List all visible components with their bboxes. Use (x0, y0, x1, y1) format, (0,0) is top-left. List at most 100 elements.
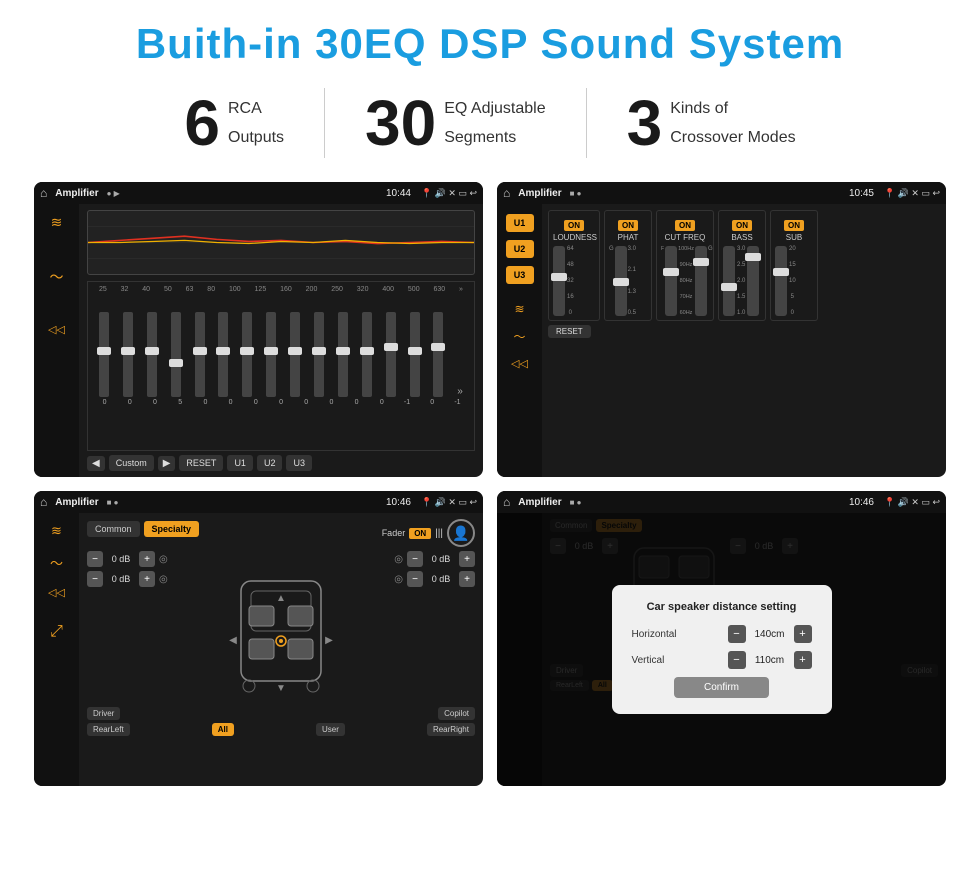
driver-button[interactable]: Driver (87, 707, 120, 720)
horizontal-minus-button[interactable]: − (728, 625, 746, 643)
eq-custom-button[interactable]: Custom (109, 455, 154, 471)
bass-slider2[interactable] (747, 246, 759, 316)
rearright-button[interactable]: RearRight (427, 723, 475, 736)
vertical-plus-button[interactable]: + (794, 651, 812, 669)
vertical-minus-button[interactable]: − (728, 651, 746, 669)
screen4-dots: ■ ● (570, 498, 582, 507)
eq-reset-button[interactable]: RESET (179, 455, 223, 471)
screen3-card: ⌂ Amplifier ■ ● 10:46 📍 🔊 ✕ ▭ ↩ ≋ 〜 ◁◁ ⤢… (34, 491, 483, 786)
screen2-reset-button[interactable]: RESET (548, 325, 591, 338)
fader-plus-2[interactable]: + (139, 571, 155, 587)
fader-minus-3[interactable]: − (407, 551, 423, 567)
eq-slider-track-160[interactable] (290, 312, 300, 397)
screen3-resize-icon[interactable]: ⤢ (50, 623, 63, 641)
eq-u1-button[interactable]: U1 (227, 455, 253, 471)
speaker-icon-1: ◎ (159, 554, 168, 565)
screen3-arrows-icon[interactable]: ◁◁ (48, 586, 65, 599)
cutfreq-slider1[interactable] (665, 246, 677, 316)
eq-slider-track-630[interactable] (433, 312, 443, 397)
dialog-confirm-button[interactable]: Confirm (674, 677, 769, 698)
fader-db-row-1: − 0 dB + ◎ (87, 551, 168, 567)
bass-slider1[interactable] (723, 246, 735, 316)
sub-on[interactable]: ON (784, 220, 804, 231)
cutfreq-on[interactable]: ON (675, 220, 695, 231)
sub-slider[interactable] (775, 246, 787, 316)
eq-slider-track-125[interactable] (266, 312, 276, 397)
fader-person-icon[interactable]: 👤 (447, 519, 475, 547)
fader-plus-3[interactable]: + (459, 551, 475, 567)
fader-plus-4[interactable]: + (459, 571, 475, 587)
eq-prev-button[interactable]: ◀ (87, 456, 105, 471)
eq-value-80: 0 (218, 399, 243, 406)
fader-minus-2[interactable]: − (87, 571, 103, 587)
eq-play-button[interactable]: ▶ (158, 456, 176, 471)
screen2-eq-icon[interactable]: ≋ (514, 302, 524, 316)
screen1-sidebar: ≋ 〜 ◁◁ (34, 204, 79, 477)
loudness-slider[interactable] (553, 246, 565, 316)
screen2-arrows-icon[interactable]: ◁◁ (511, 357, 528, 370)
eq-slider-track-250[interactable] (338, 312, 348, 397)
eq-slider-track-200[interactable] (314, 312, 324, 397)
loudness-on[interactable]: ON (564, 220, 584, 231)
eq-slider-col-32 (123, 312, 133, 397)
screen2-u2-btn[interactable]: U2 (506, 240, 534, 258)
fader-minus-4[interactable]: − (407, 571, 423, 587)
screen2-u3-btn[interactable]: U3 (506, 266, 534, 284)
user-button[interactable]: User (316, 723, 345, 736)
speaker-icon-2: ◎ (159, 574, 168, 585)
fader-on-badge[interactable]: ON (409, 528, 431, 539)
eq-value-25: 0 (92, 399, 117, 406)
fader-left-col: − 0 dB + ◎ − 0 dB + ◎ (87, 551, 168, 701)
eq-speaker-icon[interactable]: ◁◁ (48, 323, 65, 336)
all-button[interactable]: All (212, 723, 234, 736)
fader-plus-1[interactable]: + (139, 551, 155, 567)
eq-u3-button[interactable]: U3 (286, 455, 312, 471)
screen1-time: 10:44 (386, 188, 411, 199)
eq-wave-icon[interactable]: 〜 (50, 267, 64, 287)
eq-slider-track-320[interactable] (362, 312, 372, 397)
eq-value-160: 0 (294, 399, 319, 406)
specialty-tab[interactable]: Specialty (144, 521, 200, 537)
screen3-status-bar: ⌂ Amplifier ■ ● 10:46 📍 🔊 ✕ ▭ ↩ (34, 491, 483, 513)
stat-crossover: 3 Kinds of Crossover Modes (587, 91, 836, 155)
svg-text:▶: ▶ (325, 635, 333, 646)
horizontal-plus-button[interactable]: + (794, 625, 812, 643)
eq-graph (87, 210, 475, 275)
rearleft-button[interactable]: RearLeft (87, 723, 130, 736)
screen3-eq-icon[interactable]: ≋ (51, 523, 62, 539)
sub-control: ON SUB 20151050 (770, 210, 818, 321)
eq-slider-track-40[interactable] (147, 312, 157, 397)
stat-rca-number: 6 (184, 91, 220, 155)
bass-on[interactable]: ON (732, 220, 752, 231)
eq-slider-track-400[interactable] (386, 312, 396, 397)
eq-slider-col-63 (195, 312, 205, 397)
cutfreq-slider2[interactable] (695, 246, 707, 316)
screen2-wave-icon[interactable]: 〜 (513, 328, 525, 345)
eq-sliders-row: » (92, 297, 470, 397)
screen3-wave-icon[interactable]: 〜 (50, 553, 63, 572)
eq-slider-track-80[interactable] (218, 312, 228, 397)
eq-more-icon[interactable]: » (457, 386, 463, 397)
screen3-tabs: Common Specialty (87, 521, 199, 537)
eq-slider-col-320 (362, 312, 372, 397)
eq-slider-track-500[interactable] (410, 312, 420, 397)
eq-slider-track-25[interactable] (99, 312, 109, 397)
eq-slider-track-63[interactable] (195, 312, 205, 397)
eq-slider-thumb-80 (216, 347, 230, 355)
screen2-u1-btn[interactable]: U1 (506, 214, 534, 232)
copilot-button[interactable]: Copilot (438, 707, 475, 720)
eq-value-32: 0 (117, 399, 142, 406)
eq-values-row: 000500000000-10-1 (92, 399, 470, 406)
eq-slider-track-50[interactable] (171, 312, 181, 397)
phat-on[interactable]: ON (618, 220, 638, 231)
eq-slider-track-100[interactable] (242, 312, 252, 397)
common-tab[interactable]: Common (87, 521, 140, 537)
screen2-card: ⌂ Amplifier ■ ● 10:45 📍 🔊 ✕ ▭ ↩ U1 U2 U3… (497, 182, 946, 477)
phat-slider[interactable] (615, 246, 627, 316)
fader-db-row-3: ◎ − 0 dB + (394, 551, 475, 567)
eq-u2-button[interactable]: U2 (257, 455, 283, 471)
eq-tune-icon[interactable]: ≋ (51, 214, 63, 231)
fader-minus-1[interactable]: − (87, 551, 103, 567)
eq-slider-track-32[interactable] (123, 312, 133, 397)
screenshots-grid: ⌂ Amplifier ● ▶ 10:44 📍 🔊 ✕ ▭ ↩ ≋ 〜 ◁◁ (30, 182, 950, 786)
